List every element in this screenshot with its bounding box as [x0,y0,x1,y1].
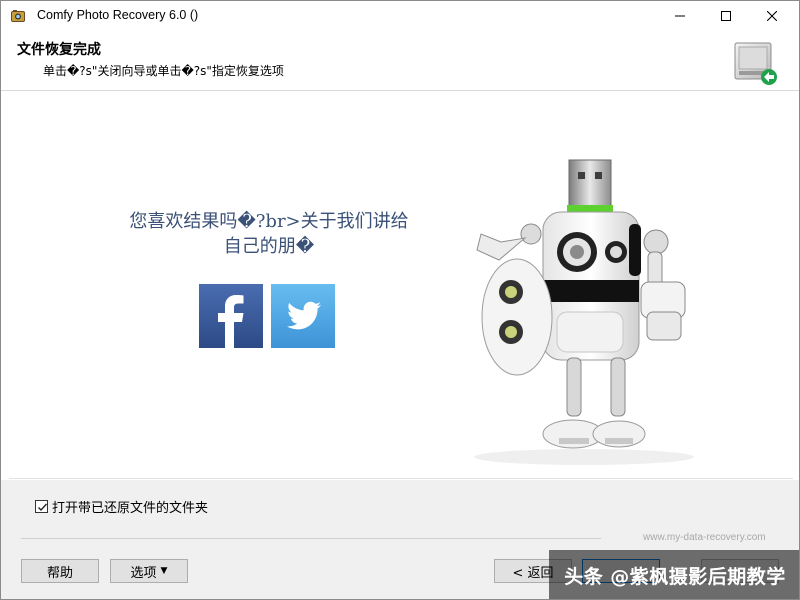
robot-illustration [474,159,694,465]
maximize-button[interactable] [703,1,749,31]
watermark-overlay: 头条 @紫枫摄影后期教学 [549,550,799,599]
promo-text: 您喜欢结果吗�?br>关于我们讲给 自己的朋� [109,209,429,259]
title-bar: Comfy Photo Recovery 6.0 () [1,1,799,31]
open-folder-checkbox[interactable] [35,500,48,513]
help-button-label: 帮助 [46,565,73,581]
app-icon [11,10,25,22]
caret-down-icon: ▼ [160,566,168,576]
maximize-icon [721,11,731,21]
open-folder-checkbox-label: 打开带已还原文件的文件夹 [52,501,209,516]
separator-line [21,538,601,539]
promo-line-2: 自己的朋� [223,236,315,257]
app-window: Comfy Photo Recovery 6.0 () 文件恢复完成 单击�?s… [0,0,800,600]
content-area: 您喜欢结果吗�?br>关于我们讲给 自己的朋� [9,92,793,479]
back-button-label: < 返回 [512,565,554,581]
checkmark-icon [38,503,48,512]
options-button[interactable]: 选项 ▼ [110,559,188,583]
options-button-label: 选项 [130,565,157,581]
website-url: www.my-data-recovery.com [643,532,766,543]
facebook-button[interactable] [199,284,263,348]
promo-line-1: 您喜欢结果吗�?br>关于我们讲给 [129,211,409,232]
close-button[interactable] [749,1,795,31]
hard-drive-icon [734,42,777,85]
help-button[interactable]: 帮助 [21,559,99,583]
open-folder-checkbox-row[interactable]: 打开带已还原文件的文件夹 [35,497,208,516]
window-title: Comfy Photo Recovery 6.0 () [37,8,199,22]
twitter-button[interactable] [271,284,335,348]
minimize-icon [675,15,685,17]
page-title: 文件恢复完成 [17,42,101,58]
minimize-button[interactable] [657,1,703,31]
wizard-header: 文件恢复完成 单击�?s"关闭向导或单击�?s"指定恢复选项 [1,31,799,91]
page-subtitle: 单击�?s"关闭向导或单击�?s"指定恢复选项 [43,64,284,78]
close-icon [767,11,777,21]
